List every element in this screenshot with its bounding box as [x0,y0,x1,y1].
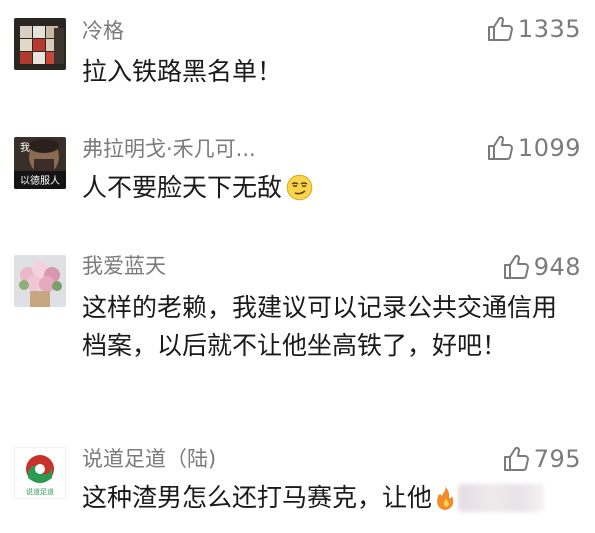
comment-text: 拉入铁路黑名单！ [82,57,283,86]
rubiks-cube-avatar-image [14,18,66,70]
username[interactable]: 说道足道（陆) [82,445,216,473]
man-meme-avatar-image: 我 以德服人 [14,137,66,189]
avatar[interactable] [14,18,66,70]
logo-avatar-image: 说道足道 [14,447,66,499]
comment-text-line: 这种渣男怎么还打马赛克，让他 [82,479,595,517]
avatar[interactable]: 说道足道 [14,447,66,499]
comment-item: 说道足道 说道足道（陆) 795 这种渣男怎么还打马赛克，让他 [0,435,595,533]
username[interactable]: 冷格 [82,17,124,45]
like-count: 1099 [517,134,581,162]
mosaic-blur [458,484,545,512]
avatar-tag: 我 [20,142,30,154]
comment-text: 这种渣男怎么还打马赛克，让他 [82,483,433,512]
like-button[interactable]: 948 [502,252,581,282]
comment-text: 人不要脸天下无敌 [82,173,283,202]
comment-item: 我爱蓝天 948 这样的老赖，我建议可以记录公共交通信用档案，以后就不让他坐高铁… [0,245,595,435]
avatar-caption: 以德服人 [20,174,60,187]
thumbs-up-icon [503,446,529,471]
smirk-emoji-icon [286,174,313,201]
like-button[interactable]: 1099 [486,133,581,163]
like-count: 795 [533,445,581,473]
fire-icon [437,486,454,510]
thumbs-up-icon [487,135,513,160]
thumbs-up-icon [487,16,513,41]
logo-caption: 说道足道 [26,487,54,496]
like-button[interactable]: 1335 [486,14,581,44]
username[interactable]: 我爱蓝天 [82,252,166,280]
comment-item: 我 以德服人 弗拉明戈·禾几可... 1099 人不要脸天下无敌 [0,120,595,245]
avatar[interactable] [14,255,66,307]
avatar[interactable]: 我 以德服人 [14,137,66,189]
flower-bouquet-avatar-image [14,255,66,307]
comment-item: 冷格 1335 拉入铁路黑名单！ [0,0,595,120]
like-button[interactable]: 795 [502,444,581,474]
like-count: 1335 [517,15,581,43]
thumbs-up-icon [503,254,529,279]
comment-text: 这样的老赖，我建议可以记录公共交通信用档案，以后就不让他坐高铁了，好吧！ [82,293,558,360]
username[interactable]: 弗拉明戈·禾几可... [82,135,256,163]
comment-text-line: 人不要脸天下无敌 [82,169,567,207]
like-count: 948 [533,253,581,281]
